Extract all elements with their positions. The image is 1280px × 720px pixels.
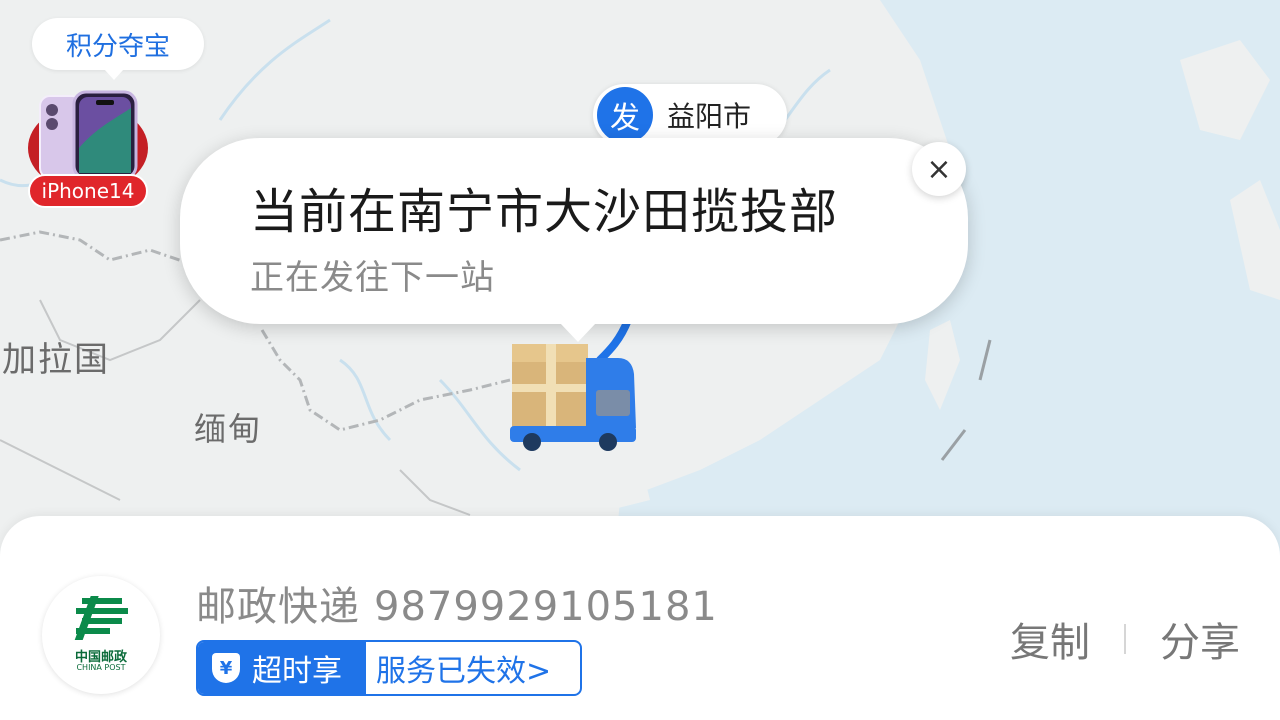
logo-text-en: CHINA POST <box>76 663 126 672</box>
service-name: 超时享 <box>252 654 342 689</box>
china-post-emblem-icon <box>74 596 128 640</box>
shipment-panel: 中国邮政 CHINA POST 邮政快递 9879929105181 ¥ 超时享 … <box>0 516 1280 720</box>
map-label-myanmar: 缅甸 <box>194 410 263 448</box>
close-callout-button[interactable]: × <box>912 142 966 196</box>
shipment-actions: 复制 分享 <box>1010 610 1240 668</box>
status-subtitle: 正在发往下一站 <box>250 258 495 298</box>
action-divider <box>1124 624 1126 654</box>
origin-marker[interactable]: 发 益阳市 <box>593 84 787 146</box>
shield-icon: ¥ <box>212 653 240 683</box>
carrier-tracking: 邮政快递 9879929105181 <box>196 574 718 632</box>
iphone-promo[interactable]: iPhone14 <box>26 88 152 212</box>
map-label-bangladesh: 加拉国 <box>2 340 110 380</box>
carrier-name: 邮政快递 <box>196 584 360 630</box>
iphone-promo-badge: iPhone14 <box>28 174 148 208</box>
status-title: 当前在南宁市大沙田揽投部 <box>250 184 839 240</box>
origin-badge: 发 <box>597 87 653 143</box>
points-lottery-button[interactable]: 积分夺宝 <box>32 18 204 80</box>
tracking-number: 9879929105181 <box>374 584 718 630</box>
origin-city: 益阳市 <box>667 100 752 133</box>
service-name-section: ¥ 超时享 <box>198 642 366 694</box>
china-post-logo: 中国邮政 CHINA POST <box>42 576 160 694</box>
status-callout: 当前在南宁市大沙田揽投部 正在发往下一站 × <box>180 138 968 342</box>
copy-button[interactable]: 复制 <box>1010 610 1090 668</box>
delivery-truck-icon <box>506 318 642 460</box>
close-icon: × <box>926 151 952 187</box>
points-lottery-label: 积分夺宝 <box>65 31 170 62</box>
service-status: 服务已失效> <box>376 654 552 689</box>
share-button[interactable]: 分享 <box>1160 610 1240 668</box>
overtime-service-tag[interactable]: ¥ 超时享 服务已失效> <box>196 640 582 696</box>
